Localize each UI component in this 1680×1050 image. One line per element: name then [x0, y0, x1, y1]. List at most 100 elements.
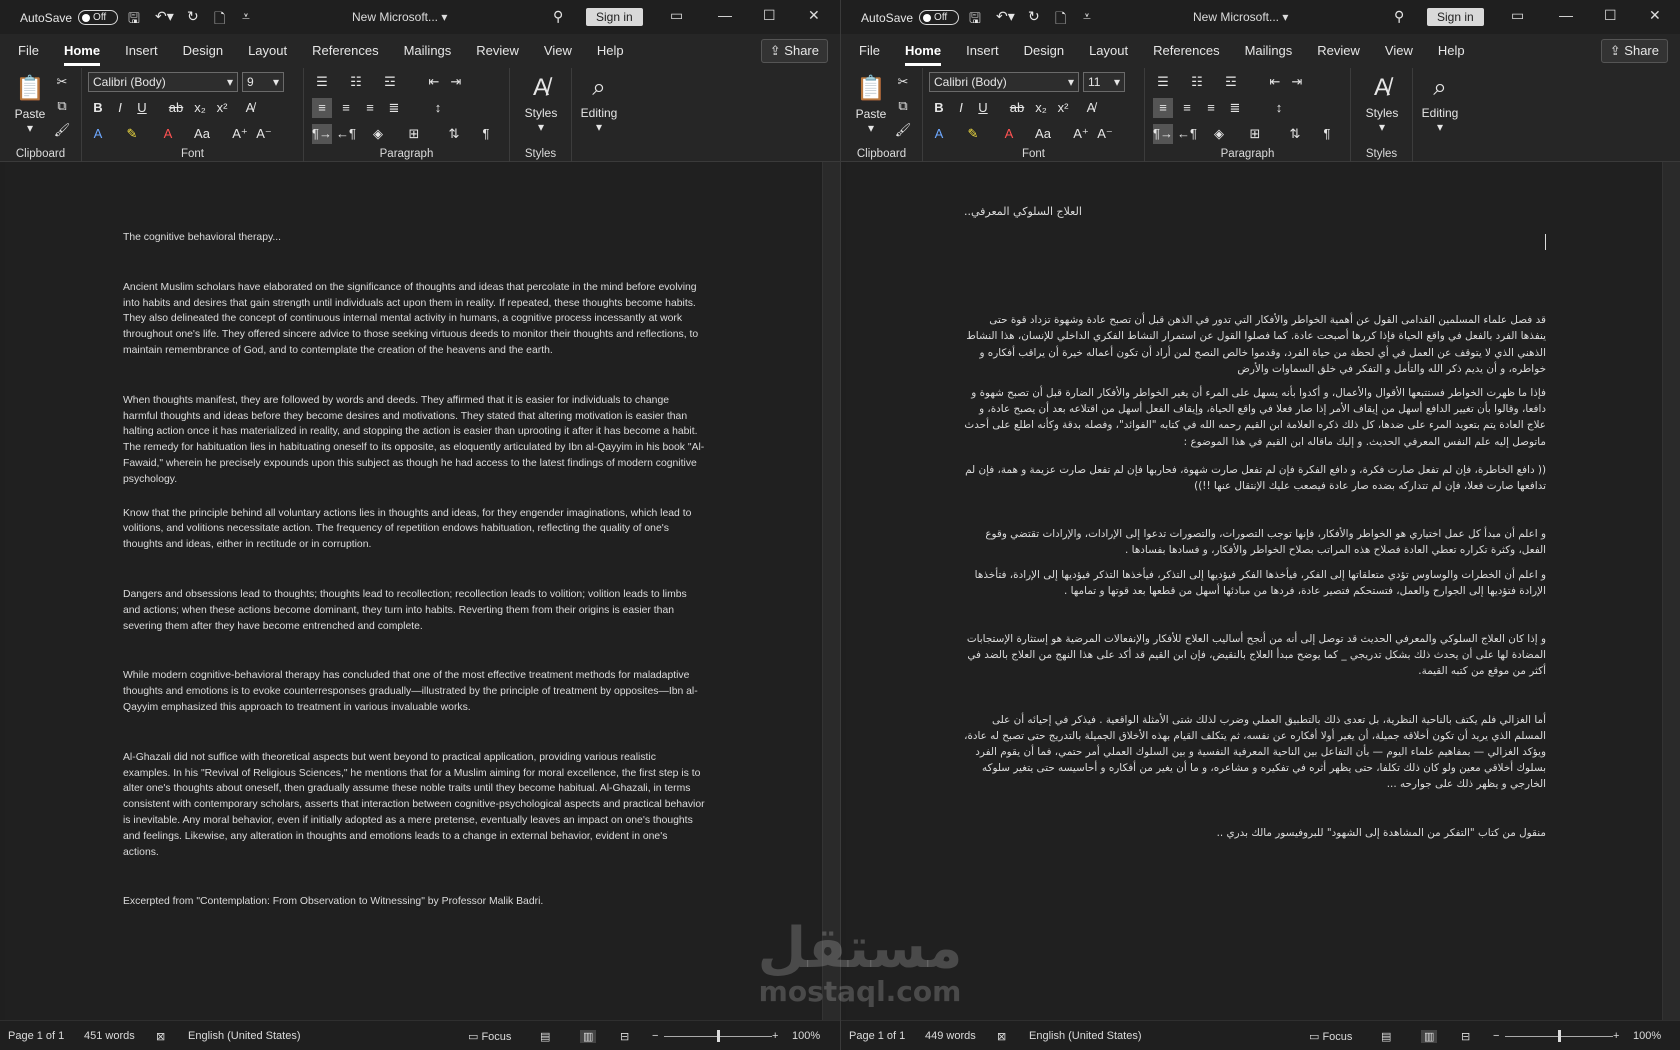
close-icon[interactable]: ✕ — [1649, 7, 1661, 24]
redo-icon[interactable]: ↻ — [187, 8, 199, 25]
document-title[interactable]: New Microsoft... ▾ — [1193, 10, 1288, 24]
paste-button[interactable]: 📋 Paste ▾ — [851, 74, 891, 135]
autosave-toggle[interactable]: Off — [919, 10, 960, 25]
strikethrough-icon[interactable]: ab — [1007, 98, 1027, 118]
change-case-icon[interactable]: Aa — [1033, 124, 1053, 144]
focus-button[interactable]: ▭ Focus — [1309, 1030, 1352, 1043]
language[interactable]: English (United States) — [1029, 1030, 1142, 1042]
tab-review[interactable]: Review — [1317, 43, 1360, 60]
subscript-icon[interactable]: x₂ — [1031, 98, 1051, 118]
close-icon[interactable]: ✕ — [808, 7, 820, 24]
english-text[interactable]: The cognitive behavioral therapy... Anci… — [123, 230, 705, 910]
undo-icon[interactable]: ↶▾ — [996, 8, 1015, 25]
editing-button[interactable]: ⌕ Editing ▾ — [1415, 74, 1465, 134]
align-left-icon[interactable]: ≡ — [312, 98, 332, 118]
bullets-icon[interactable]: ☰ — [312, 72, 332, 92]
format-painter-icon[interactable]: 🖌 — [52, 120, 72, 140]
text-effects-icon[interactable]: A — [929, 124, 949, 144]
decrease-indent-icon[interactable]: ⇤ — [1265, 72, 1285, 92]
read-mode-icon[interactable]: ▤ — [540, 1030, 550, 1043]
proofing-icon[interactable]: ⊠ — [156, 1030, 165, 1043]
cut-icon[interactable]: ✂ — [893, 72, 913, 92]
zoom-out-icon[interactable]: − — [1493, 1030, 1499, 1042]
minimize-icon[interactable]: — — [718, 7, 732, 23]
multilevel-list-icon[interactable]: ☲ — [1221, 72, 1241, 92]
underline-icon[interactable]: U — [132, 98, 152, 118]
share-button[interactable]: ⇪ Share — [1600, 39, 1668, 63]
shading-icon[interactable]: ◈ — [368, 124, 388, 144]
line-spacing-icon[interactable]: ↕ — [428, 98, 448, 118]
font-color-icon[interactable]: A — [158, 124, 178, 144]
shading-icon[interactable]: ◈ — [1209, 124, 1229, 144]
ribbon-display-icon[interactable]: ▭ — [1511, 7, 1524, 24]
underline-icon[interactable]: U — [973, 98, 993, 118]
print-layout-icon[interactable]: ▥ — [1421, 1030, 1438, 1043]
tab-mailings[interactable]: Mailings — [404, 43, 452, 60]
maximize-icon[interactable]: ☐ — [1604, 7, 1617, 24]
tab-home[interactable]: Home — [63, 43, 101, 66]
shrink-font-icon[interactable]: A⁻ — [254, 124, 274, 144]
tab-file[interactable]: File — [859, 43, 880, 60]
tab-references[interactable]: References — [1153, 43, 1219, 60]
format-painter-icon[interactable]: 🖌 — [893, 120, 913, 140]
rtl-icon[interactable]: ←¶ — [336, 124, 356, 144]
justify-icon[interactable]: ≣ — [1225, 98, 1245, 118]
new-document-icon[interactable]: 🗋 — [1055, 8, 1066, 32]
copy-icon[interactable]: ⧉ — [52, 96, 72, 116]
align-center-icon[interactable]: ≡ — [1177, 98, 1197, 118]
sort-icon[interactable]: ⇅ — [444, 124, 464, 144]
tab-help[interactable]: Help — [597, 43, 624, 60]
grow-font-icon[interactable]: A⁺ — [1071, 124, 1091, 144]
zoom-thumb[interactable] — [1558, 1030, 1561, 1042]
sign-in-button[interactable]: Sign in — [1427, 8, 1484, 26]
superscript-icon[interactable]: x² — [212, 98, 232, 118]
font-name-box[interactable]: Calibri (Body) ▾ — [88, 72, 238, 92]
tab-layout[interactable]: Layout — [1089, 43, 1128, 60]
tab-help[interactable]: Help — [1438, 43, 1465, 60]
vertical-scrollbar[interactable] — [1662, 162, 1680, 1020]
new-document-icon[interactable]: 🗋 — [214, 8, 225, 32]
highlight-icon[interactable]: ✎ — [122, 124, 142, 144]
grow-font-icon[interactable]: A⁺ — [230, 124, 250, 144]
text-effects-icon[interactable]: A — [88, 124, 108, 144]
align-right-icon[interactable]: ≡ — [360, 98, 380, 118]
show-marks-icon[interactable]: ¶ — [1317, 124, 1337, 144]
word-count[interactable]: 451 words — [84, 1030, 135, 1042]
font-name-box[interactable]: Calibri (Body) ▾ — [929, 72, 1079, 92]
print-layout-icon[interactable]: ▥ — [580, 1030, 597, 1043]
document-title[interactable]: New Microsoft... ▾ — [352, 10, 447, 24]
numbering-icon[interactable]: ☷ — [346, 72, 366, 92]
search-icon[interactable]: ⚲ — [1394, 8, 1404, 25]
arabic-text[interactable]: العلاج السلوكي المعرفي.. قد فصل علماء ال… — [964, 204, 1546, 841]
zoom-out-icon[interactable]: − — [652, 1030, 658, 1042]
proofing-icon[interactable]: ⊠ — [997, 1030, 1006, 1043]
tab-mailings[interactable]: Mailings — [1245, 43, 1293, 60]
line-spacing-icon[interactable]: ↕ — [1269, 98, 1289, 118]
autosave-toggle[interactable]: Off — [78, 10, 119, 25]
autosave[interactable]: AutoSave Off — [861, 10, 960, 25]
sort-icon[interactable]: ⇅ — [1285, 124, 1305, 144]
styles-button[interactable]: A̸ Styles ▾ — [518, 74, 564, 134]
document-page[interactable]: العلاج السلوكي المعرفي.. قد فصل علماء ال… — [846, 162, 1661, 1020]
read-mode-icon[interactable]: ▤ — [1381, 1030, 1391, 1043]
document-area[interactable]: العلاج السلوكي المعرفي.. قد فصل علماء ال… — [841, 162, 1680, 1020]
align-left-icon[interactable]: ≡ — [1153, 98, 1173, 118]
borders-icon[interactable]: ⊞ — [1245, 124, 1265, 144]
highlight-icon[interactable]: ✎ — [963, 124, 983, 144]
web-layout-icon[interactable]: ⊟ — [1461, 1030, 1470, 1043]
justify-icon[interactable]: ≣ — [384, 98, 404, 118]
page-count[interactable]: Page 1 of 1 — [849, 1030, 905, 1042]
vertical-scrollbar[interactable] — [822, 162, 840, 1020]
tab-design[interactable]: Design — [1024, 43, 1064, 60]
zoom-level[interactable]: 100% — [1633, 1030, 1661, 1042]
tab-view[interactable]: View — [544, 43, 572, 60]
tab-view[interactable]: View — [1385, 43, 1413, 60]
zoom-thumb[interactable] — [717, 1030, 720, 1042]
focus-button[interactable]: ▭ Focus — [468, 1030, 511, 1043]
rtl-icon[interactable]: ←¶ — [1177, 124, 1197, 144]
tab-review[interactable]: Review — [476, 43, 519, 60]
document-area[interactable]: The cognitive behavioral therapy... Anci… — [0, 162, 840, 1020]
tab-file[interactable]: File — [18, 43, 39, 60]
save-icon[interactable]: 🖫 — [969, 8, 981, 32]
editing-button[interactable]: ⌕ Editing ▾ — [574, 74, 624, 134]
